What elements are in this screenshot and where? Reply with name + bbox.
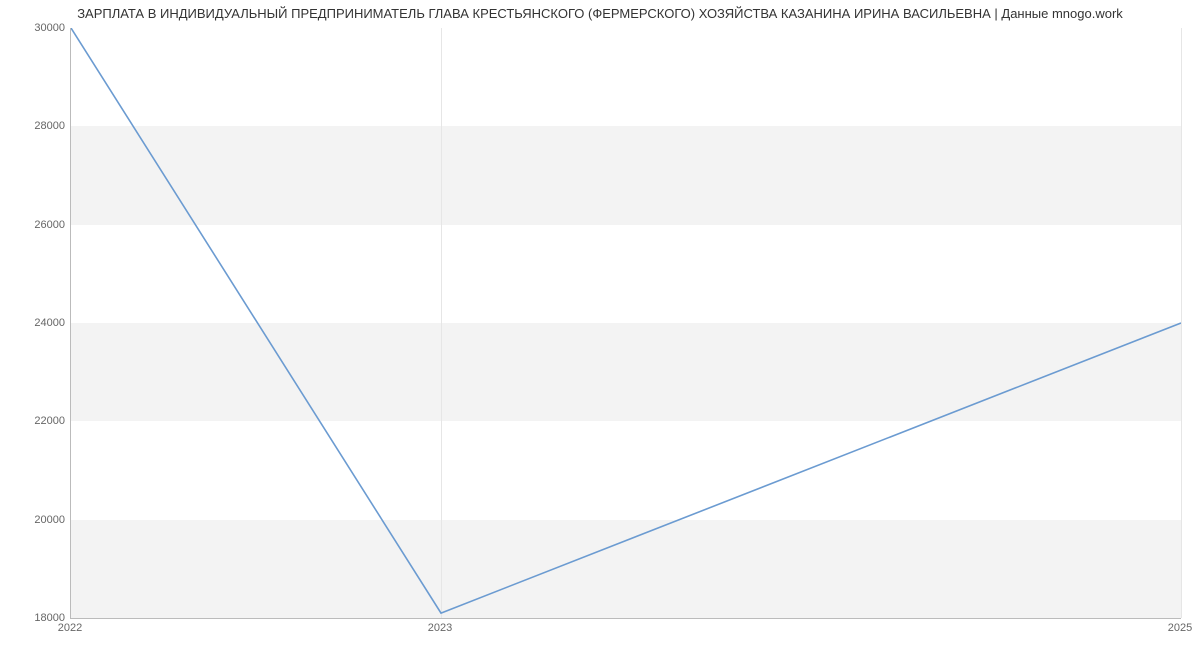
line-series — [71, 28, 1181, 618]
chart-title: ЗАРПЛАТА В ИНДИВИДУАЛЬНЫЙ ПРЕДПРИНИМАТЕЛ… — [0, 6, 1200, 21]
chart-container: ЗАРПЛАТА В ИНДИВИДУАЛЬНЫЙ ПРЕДПРИНИМАТЕЛ… — [0, 0, 1200, 650]
x-tick-label: 2023 — [428, 622, 452, 634]
y-tick-label: 24000 — [5, 317, 65, 329]
x-tick-label: 2022 — [58, 622, 82, 634]
y-tick-label: 30000 — [5, 22, 65, 34]
y-tick-label: 22000 — [5, 415, 65, 427]
y-tick-label: 26000 — [5, 219, 65, 231]
y-tick-label: 18000 — [5, 612, 65, 624]
x-tick-label: 2025 — [1168, 622, 1192, 634]
y-tick-label: 20000 — [5, 514, 65, 526]
grid-vertical — [1181, 28, 1182, 618]
y-tick-label: 28000 — [5, 120, 65, 132]
plot-area — [70, 28, 1181, 619]
